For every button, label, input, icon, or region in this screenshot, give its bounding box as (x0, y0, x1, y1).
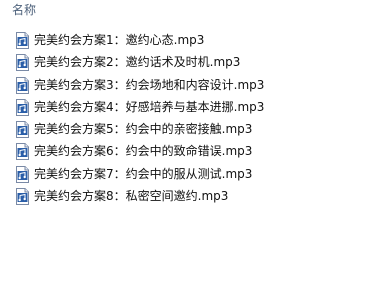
file-name: 完美约会方案5：约会中的亲密接触.mp3 (34, 122, 253, 137)
audio-file-icon (15, 76, 30, 94)
audio-file-icon (15, 165, 30, 183)
audio-file-icon (15, 54, 30, 72)
file-row[interactable]: 完美约会方案7：约会中的服从测试.mp3 (0, 163, 389, 185)
file-row[interactable]: 完美约会方案8：私密空间邀约.mp3 (0, 185, 389, 207)
file-name: 完美约会方案8：私密空间邀约.mp3 (34, 189, 229, 204)
file-row[interactable]: 完美约会方案4：好感培养与基本进挪.mp3 (0, 96, 389, 118)
file-name: 完美约会方案7：约会中的服从测试.mp3 (34, 166, 253, 181)
audio-file-icon (15, 188, 30, 206)
audio-file-icon (15, 32, 30, 49)
file-row[interactable]: 完美约会方案6：约会中的致命错误.mp3 (0, 140, 389, 162)
column-header-name[interactable]: 名称 (0, 0, 389, 18)
audio-file-icon (15, 121, 30, 139)
file-name: 完美约会方案2：邀约话术及时机.mp3 (34, 55, 241, 70)
file-name: 完美约会方案6：约会中的致命错误.mp3 (34, 144, 253, 159)
file-name: 完美约会方案4：好感培养与基本进挪.mp3 (34, 99, 265, 114)
column-header-label: 名称 (12, 3, 37, 17)
file-name: 完美约会方案3：约会场地和内容设计.mp3 (34, 77, 265, 92)
audio-file-icon (15, 98, 30, 116)
audio-file-icon (15, 143, 30, 161)
file-list: 完美约会方案1：邀约心态.mp3 完美约会方案2：邀约话术及时机.mp3 完美约… (0, 29, 389, 207)
file-row[interactable]: 完美约会方案5：约会中的亲密接触.mp3 (0, 118, 389, 140)
file-row[interactable]: 完美约会方案1：邀约心态.mp3 (0, 29, 389, 51)
file-row[interactable]: 完美约会方案2：邀约话术及时机.mp3 (0, 51, 389, 73)
file-name: 完美约会方案1：邀约心态.mp3 (34, 33, 205, 47)
file-row[interactable]: 完美约会方案3：约会场地和内容设计.mp3 (0, 74, 389, 96)
